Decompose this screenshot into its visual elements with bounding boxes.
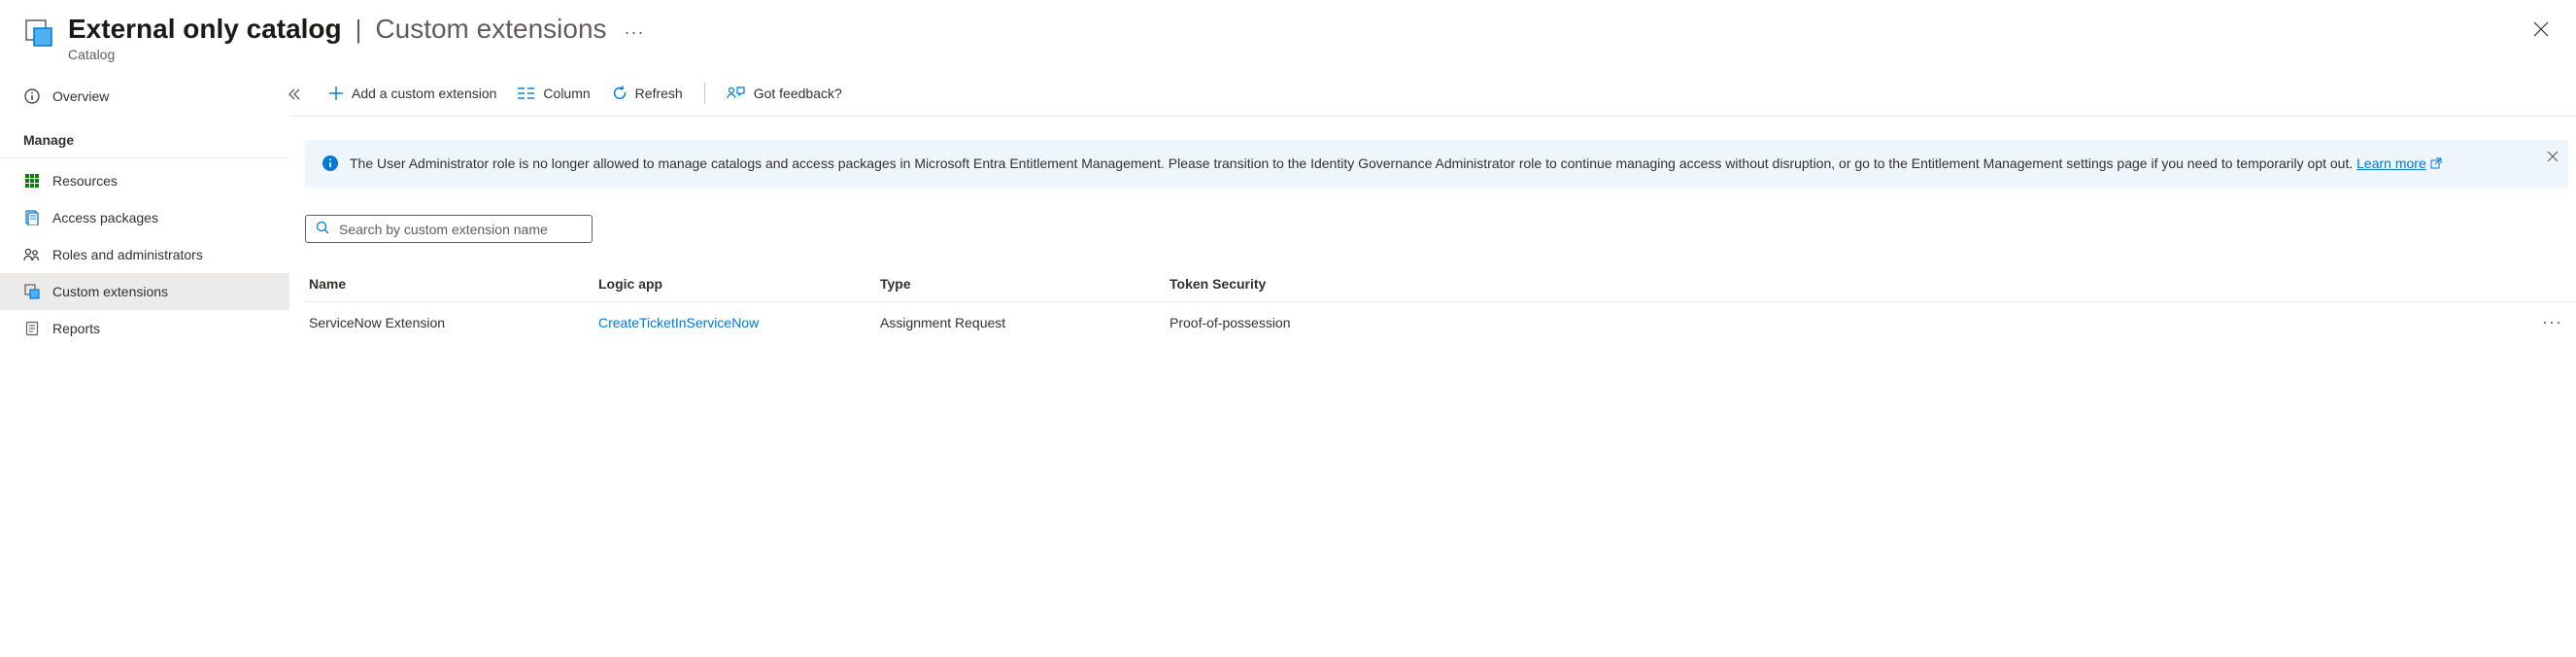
command-label: Column [543, 86, 590, 101]
external-link-icon [2430, 157, 2442, 169]
title-more-button[interactable]: ··· [617, 22, 653, 43]
sidebar-item-label: Resources [52, 173, 118, 189]
close-icon [2533, 21, 2549, 37]
sidebar-item-resources[interactable]: Resources [0, 162, 289, 199]
catalog-title: External only catalog [68, 14, 342, 45]
notification-banner: The User Administrator role is no longer… [305, 140, 2568, 188]
sidebar-item-label: Roles and administrators [52, 247, 203, 262]
add-custom-extension-button[interactable]: Add a custom extension [328, 86, 496, 101]
feedback-icon [727, 86, 746, 101]
row-actions-button[interactable]: ··· [2524, 312, 2572, 332]
learn-more-link[interactable]: Learn more [2356, 154, 2442, 173]
command-bar: Add a custom extension Column R [289, 70, 2576, 117]
columns-icon [518, 86, 535, 100]
column-button[interactable]: Column [518, 86, 590, 101]
sidebar-item-reports[interactable]: Reports [0, 310, 289, 347]
column-header-type[interactable]: Type [880, 276, 1169, 292]
column-header-token[interactable]: Token Security [1169, 276, 2524, 292]
sidebar-item-overview[interactable]: Overview [0, 78, 289, 115]
column-header-name[interactable]: Name [309, 276, 598, 292]
link-label: Learn more [2356, 154, 2426, 173]
extension-icon [23, 283, 41, 300]
search-input[interactable] [339, 222, 582, 237]
sidebar-item-label: Access packages [52, 210, 158, 225]
command-label: Got feedback? [754, 86, 842, 101]
breadcrumb: Catalog [68, 47, 2525, 62]
grid-icon [23, 172, 41, 190]
refresh-button[interactable]: Refresh [612, 86, 683, 101]
title-separator: | [356, 15, 362, 45]
column-header-logic-app[interactable]: Logic app [598, 276, 880, 292]
chevron-double-left-icon [288, 87, 301, 101]
sidebar-item-label: Reports [52, 321, 100, 336]
sidebar-nav: Overview Manage Resources Access package… [0, 70, 289, 355]
sidebar-item-access-packages[interactable]: Access packages [0, 199, 289, 236]
sidebar-item-roles-admins[interactable]: Roles and administrators [0, 236, 289, 273]
close-button[interactable] [2525, 14, 2557, 48]
sidebar-section-manage: Manage [0, 115, 289, 158]
feedback-button[interactable]: Got feedback? [727, 86, 842, 101]
dismiss-notification-button[interactable] [2547, 150, 2559, 165]
table-header-row: Name Logic app Type Token Security [305, 266, 2576, 302]
search-box[interactable] [305, 215, 593, 243]
page-title-section: Custom extensions [375, 14, 606, 45]
command-separator [704, 83, 705, 104]
sidebar-item-label: Overview [52, 88, 109, 104]
command-label: Add a custom extension [352, 86, 496, 101]
package-icon [23, 209, 41, 226]
sidebar-item-label: Custom extensions [52, 284, 168, 299]
search-icon [316, 221, 329, 237]
table-row[interactable]: ServiceNow Extension CreateTicketInServi… [305, 302, 2576, 342]
info-solid-icon [322, 156, 338, 174]
cell-token: Proof-of-possession [1169, 315, 2524, 330]
refresh-icon [612, 86, 627, 101]
cell-logic-app-link[interactable]: CreateTicketInServiceNow [598, 315, 880, 330]
cell-type: Assignment Request [880, 315, 1169, 330]
sidebar-item-custom-extensions[interactable]: Custom extensions [0, 273, 289, 310]
command-label: Refresh [635, 86, 683, 101]
reports-icon [23, 320, 41, 337]
close-icon [2547, 151, 2559, 162]
people-icon [23, 246, 41, 263]
catalog-extension-icon [23, 17, 54, 49]
info-icon [23, 87, 41, 105]
cell-name: ServiceNow Extension [309, 315, 598, 330]
page-header: External only catalog | Custom extension… [0, 0, 2576, 70]
collapse-sidebar-button[interactable] [288, 87, 301, 104]
extensions-table: Name Logic app Type Token Security Servi… [305, 266, 2576, 342]
main-content: Add a custom extension Column R [289, 70, 2576, 342]
notification-text: The User Administrator role is no longer… [350, 156, 2356, 171]
plus-icon [328, 86, 344, 101]
